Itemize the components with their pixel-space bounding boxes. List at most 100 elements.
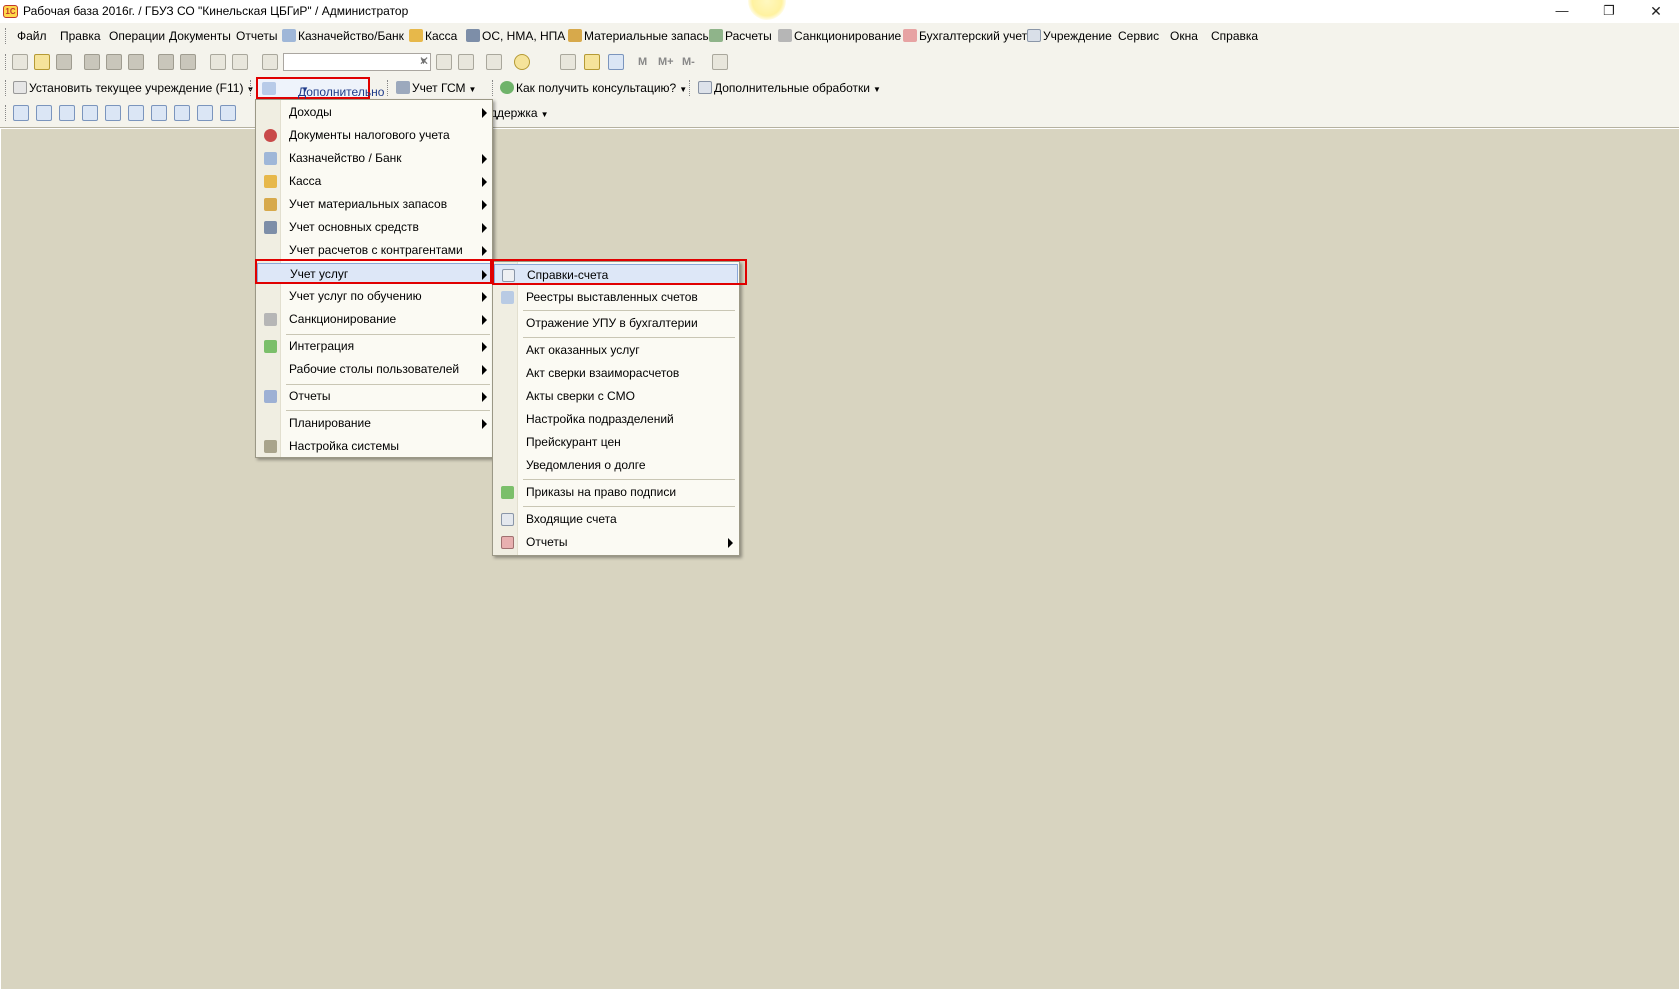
menu-file[interactable]: Файл [17,29,47,43]
menu-item-tax-documents[interactable]: Документы налогового учета [257,125,493,146]
toolbar-grip[interactable] [5,80,8,96]
toolbar-grip[interactable] [689,80,692,96]
submenu-arrow-icon [482,392,487,402]
windows-icon[interactable] [486,54,502,70]
report-icon[interactable] [59,105,75,121]
report-icon[interactable] [128,105,144,121]
report-icon[interactable] [197,105,213,121]
new-icon[interactable] [12,54,28,70]
menu-item-treasury-bank[interactable]: Казначейство / Банк [257,148,493,169]
report-icon[interactable] [82,105,98,121]
tools-icon[interactable] [712,54,728,70]
menu-documents[interactable]: Документы [169,29,231,43]
chevron-down-icon[interactable]: ▼ [541,110,549,119]
support-button[interactable]: ддержка ▼ [490,106,549,120]
calendar-icon[interactable] [584,54,600,70]
report-icon[interactable] [220,105,236,121]
fuel-accounting-button[interactable]: Учет ГСМ ▼ [396,81,476,95]
print-icon[interactable] [158,54,174,70]
menu-item-division-settings[interactable]: Настройка подразделений [494,409,738,430]
memory-plus-button[interactable]: M+ [658,56,674,68]
memory-button[interactable]: M [638,56,647,68]
menu-item-contractors[interactable]: Учет расчетов с контрагентами [257,240,493,261]
set-institution-button[interactable]: Установить текущее учреждение (F11) ▼ [13,81,254,95]
menu-item-inventory[interactable]: Учет материальных запасов [257,194,493,215]
memory-minus-button[interactable]: M- [682,56,695,68]
menu-item-debt-notices[interactable]: Уведомления о долге [494,455,738,476]
menu-inventory[interactable]: Материальные запасы [568,29,711,43]
menu-item-integration[interactable]: Интеграция [257,336,493,357]
menu-item-fixed-assets[interactable]: Учет основных средств [257,217,493,238]
close-button[interactable]: ✕ [1634,2,1678,22]
clear-icon[interactable]: ✕ [419,54,429,68]
menu-fixed-assets[interactable]: ОС, НМА, НПА [466,29,565,43]
integration-icon [264,340,277,353]
find-icon[interactable] [262,54,278,70]
search-prev-icon[interactable] [458,54,474,70]
menu-item-smo-reconciliation[interactable]: Акты сверки с СМО [494,386,738,407]
toolbar-grip[interactable] [5,28,8,44]
copy-icon[interactable] [106,54,122,70]
chevron-down-icon[interactable]: ▼ [873,85,881,94]
paste-icon[interactable] [128,54,144,70]
menu-item-services-reports[interactable]: Отчеты [494,532,738,553]
restore-button[interactable]: ❐ [1587,2,1631,22]
calculator-icon[interactable] [560,54,576,70]
menu-item-price-list[interactable]: Прейскурант цен [494,432,738,453]
users-icon[interactable] [608,54,624,70]
toolbar-grip[interactable] [250,80,253,96]
report-icon[interactable] [174,105,190,121]
search-next-icon[interactable] [436,54,452,70]
chevron-down-icon[interactable]: ▼ [468,85,476,94]
menu-cash[interactable]: Касса [409,29,457,43]
report-icon[interactable] [36,105,52,121]
additional-menu-button[interactable]: Дополнительно ▼ [256,77,384,99]
toolbar-grip[interactable] [5,105,8,121]
menu-operations[interactable]: Операции [109,29,165,43]
search-input[interactable]: ▼ [283,53,431,71]
toolbar-grip[interactable] [5,54,8,70]
redo-icon[interactable] [232,54,248,70]
menu-item-education-services[interactable]: Учет услуг по обучению [257,286,493,307]
menu-treasury-bank[interactable]: Казначейство/Банк [282,29,404,43]
menu-help[interactable]: Справка [1211,29,1258,43]
menu-item-sanctioning[interactable]: Санкционирование [257,309,493,330]
print-preview-icon[interactable] [180,54,196,70]
menu-item-income[interactable]: Доходы [257,102,493,123]
menu-item-cash[interactable]: Касса [257,171,493,192]
consultation-button[interactable]: Как получить консультацию? ▼ [500,81,687,95]
report-icon[interactable] [151,105,167,121]
menu-sanctioning[interactable]: Санкционирование [778,29,901,43]
report-icon[interactable] [13,105,29,121]
menu-item-label: Учет расчетов с контрагентами [289,243,463,257]
menu-item-reports[interactable]: Отчеты [257,386,493,407]
minimize-button[interactable]: — [1540,2,1584,22]
menu-item-user-desktops[interactable]: Рабочие столы пользователей [257,359,493,380]
menu-accounting[interactable]: Бухгалтерский учет [903,29,1027,43]
cut-icon[interactable] [84,54,100,70]
report-icon[interactable] [105,105,121,121]
menu-reports[interactable]: Отчеты [236,29,277,43]
menu-item-signature-orders[interactable]: Приказы на право подписи [494,482,738,503]
toolbar-grip[interactable] [387,80,390,96]
menu-item-system-settings[interactable]: Настройка системы [257,436,493,457]
menu-item-incoming-invoices[interactable]: Входящие счета [494,509,738,530]
menu-windows[interactable]: Окна [1170,29,1198,43]
menu-item-services-act[interactable]: Акт оказанных услуг [494,340,738,361]
menu-item-reconciliation-act[interactable]: Акт сверки взаиморасчетов [494,363,738,384]
extra-processing-button[interactable]: Дополнительные обработки ▼ [698,81,881,95]
menu-institution[interactable]: Учреждение [1027,29,1112,43]
menu-service[interactable]: Сервис [1118,29,1159,43]
menu-item-upu-accounting[interactable]: Отражение УПУ в бухгалтерии [494,313,738,334]
toolbar-area: Файл Правка Операции Документы Отчеты Ка… [0,23,1679,128]
save-icon[interactable] [56,54,72,70]
menu-edit[interactable]: Правка [60,29,101,43]
menu-item-invoice-registers[interactable]: Реестры выставленных счетов [494,287,738,308]
toolbar-grip[interactable] [492,80,495,96]
open-icon[interactable] [34,54,50,70]
info-icon[interactable] [514,54,530,70]
chevron-down-icon[interactable]: ▼ [679,85,687,94]
menu-calculations[interactable]: Расчеты [709,29,772,43]
menu-item-planning[interactable]: Планирование [257,413,493,434]
undo-icon[interactable] [210,54,226,70]
